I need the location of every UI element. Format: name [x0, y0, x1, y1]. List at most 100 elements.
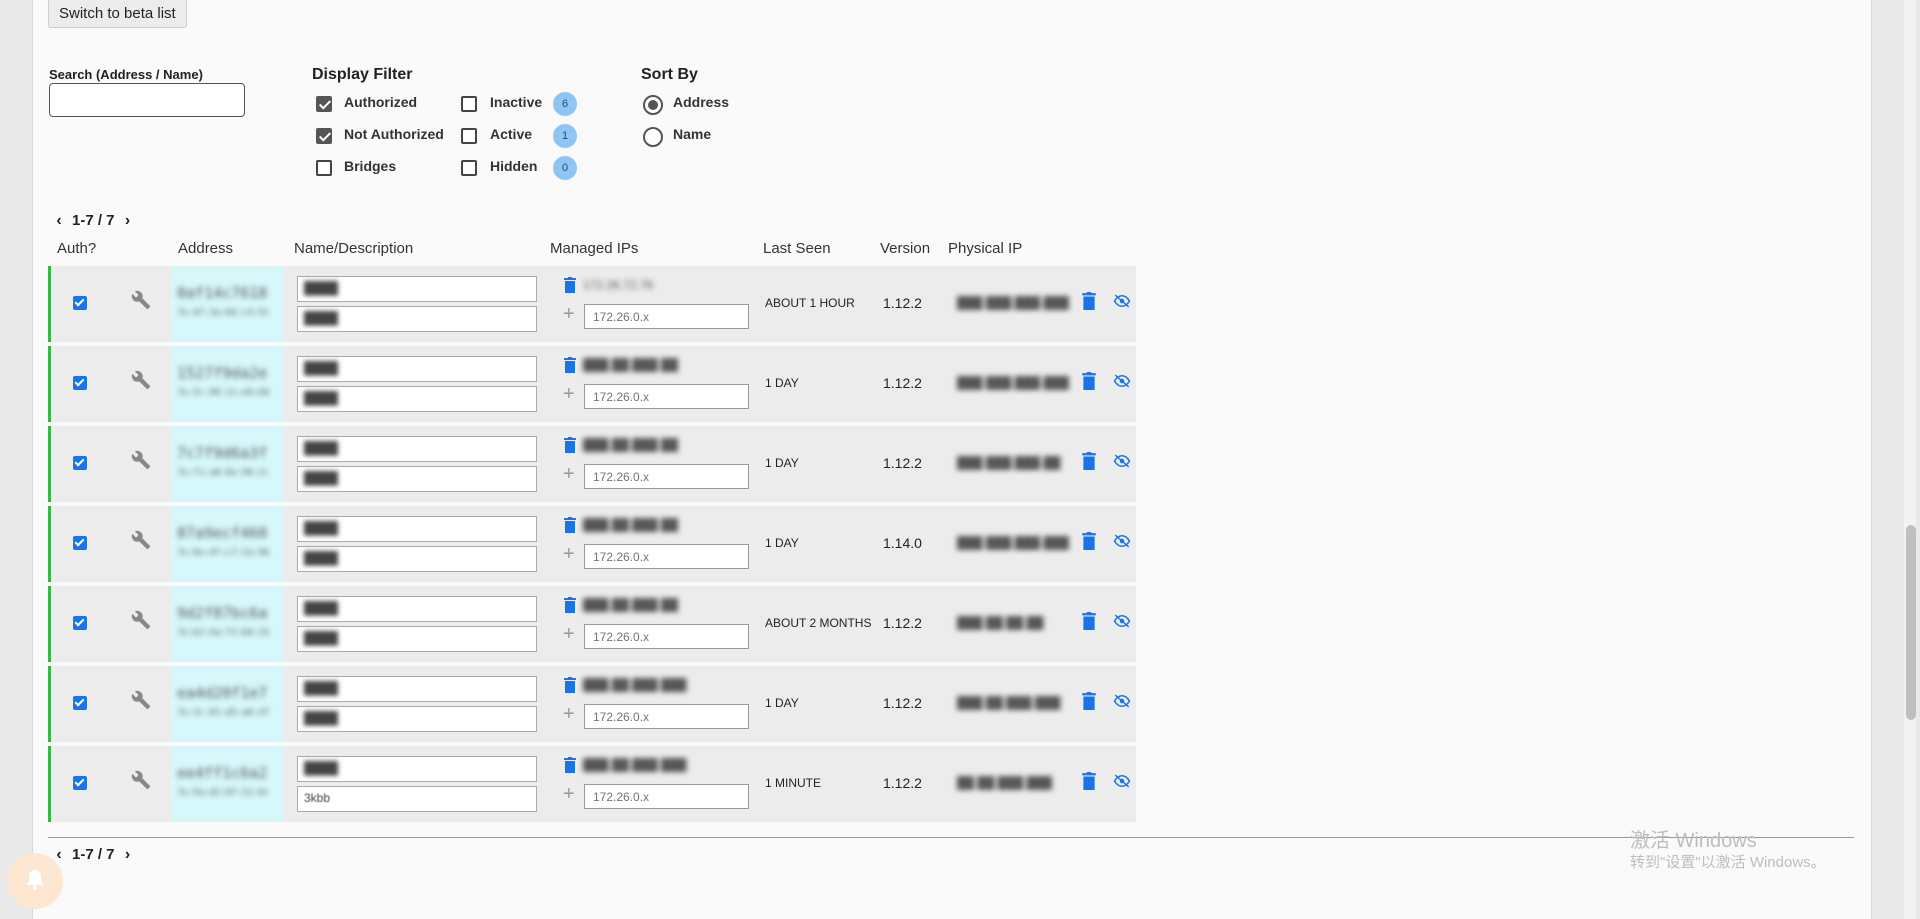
address-cell[interactable]: 87a9ecf460 7e:6e:4f:c7:2a:9b	[171, 506, 283, 582]
page-scrollbar[interactable]	[1904, 0, 1916, 919]
add-ip-input[interactable]	[584, 624, 749, 649]
auth-checkbox[interactable]	[73, 776, 87, 790]
auth-checkbox[interactable]	[73, 696, 87, 710]
trash-icon[interactable]	[563, 757, 577, 773]
member-name-input[interactable]: ████	[297, 596, 537, 622]
wrench-icon[interactable]	[131, 610, 151, 630]
member-name-input[interactable]: ████	[297, 436, 537, 462]
col-last-seen: Last Seen	[763, 240, 831, 257]
plus-icon[interactable]: +	[563, 624, 575, 644]
filter-active-checkbox[interactable]	[461, 128, 477, 144]
add-ip-input[interactable]	[584, 704, 749, 729]
address-cell[interactable]: 0af14c7618 7e:d7:3a:b6:c4:91	[171, 266, 283, 342]
sort-address-radio[interactable]	[643, 95, 663, 115]
member-name-input[interactable]: ████	[297, 516, 537, 542]
member-row: 0af14c7618 7e:d7:3a:b6:c4:91 ████ ████ 1…	[48, 266, 1136, 342]
plus-icon[interactable]: +	[563, 784, 575, 804]
search-label: Search (Address / Name)	[49, 67, 203, 82]
trash-icon[interactable]	[1081, 452, 1097, 470]
col-auth: Auth?	[57, 240, 97, 257]
member-name-input[interactable]: ████	[297, 276, 537, 302]
trash-icon[interactable]	[1081, 372, 1097, 390]
wrench-icon[interactable]	[131, 290, 151, 310]
notification-button[interactable]	[7, 853, 63, 909]
filter-bridges-checkbox[interactable]	[316, 160, 332, 176]
trash-icon[interactable]	[563, 437, 577, 453]
last-seen: ABOUT 2 MONTHS	[765, 616, 872, 630]
filter-bridges-label: Bridges	[344, 158, 397, 174]
add-ip-input[interactable]	[584, 384, 749, 409]
wrench-icon[interactable]	[131, 690, 151, 710]
add-ip-input[interactable]	[584, 544, 749, 569]
col-address: Address	[178, 240, 234, 257]
plus-icon[interactable]: +	[563, 544, 575, 564]
search-input[interactable]	[49, 83, 245, 117]
filter-authorized-checkbox[interactable]	[316, 96, 332, 112]
chevron-right-icon[interactable]: ›	[121, 846, 135, 864]
auth-checkbox[interactable]	[73, 296, 87, 310]
auth-checkbox[interactable]	[73, 616, 87, 630]
filter-not-authorized-checkbox[interactable]	[316, 128, 332, 144]
wrench-icon[interactable]	[131, 370, 151, 390]
managed-ip: ███.██.███.███	[583, 758, 687, 772]
member-description-input[interactable]: ████	[297, 386, 537, 412]
auth-checkbox[interactable]	[73, 536, 87, 550]
eye-off-icon[interactable]	[1113, 613, 1131, 629]
trash-icon[interactable]	[1081, 612, 1097, 630]
eye-off-icon[interactable]	[1113, 373, 1131, 389]
address-cell[interactable]: 7c7f9d6a3f 7e:f1:a8:6e:90:2c	[171, 426, 283, 502]
eye-off-icon[interactable]	[1113, 693, 1131, 709]
trash-icon[interactable]	[563, 517, 577, 533]
trash-icon[interactable]	[563, 277, 577, 293]
scrollbar-thumb[interactable]	[1906, 525, 1916, 720]
member-name-input[interactable]: ████	[297, 756, 537, 782]
member-description-input[interactable]: ████	[297, 546, 537, 572]
last-seen: 1 DAY	[765, 456, 799, 470]
last-seen: 1 MINUTE	[765, 776, 822, 790]
plus-icon[interactable]: +	[563, 384, 575, 404]
address-cell[interactable]: ee4ff1c6a2 7e:9a:d2:6f:31:8c	[171, 746, 283, 822]
member-description-input[interactable]: ████	[297, 626, 537, 652]
eye-off-icon[interactable]	[1113, 453, 1131, 469]
member-name-input[interactable]: ████	[297, 676, 537, 702]
wrench-icon[interactable]	[131, 450, 151, 470]
sort-name-radio[interactable]	[643, 127, 663, 147]
plus-icon[interactable]: +	[563, 464, 575, 484]
member-description-input[interactable]: 3kbb	[297, 786, 537, 812]
filter-inactive-checkbox[interactable]	[461, 96, 477, 112]
address-cell[interactable]: 9d2f87bc6a 7e:b2:4a:f3:8d:15	[171, 586, 283, 662]
sort-address-label: Address	[673, 94, 730, 110]
auth-checkbox[interactable]	[73, 376, 87, 390]
add-ip-input[interactable]	[584, 784, 749, 809]
chevron-left-icon[interactable]: ‹	[52, 212, 66, 230]
chevron-right-icon[interactable]: ›	[121, 212, 135, 230]
address-cell[interactable]: ea4d20f1e7 7e:3c:81:d5:a0:47	[171, 666, 283, 742]
wrench-icon[interactable]	[131, 530, 151, 550]
trash-icon[interactable]	[563, 357, 577, 373]
switch-beta-button[interactable]: Switch to beta list	[48, 0, 187, 28]
member-name-input[interactable]: ████	[297, 356, 537, 382]
plus-icon[interactable]: +	[563, 704, 575, 724]
version: 1.12.2	[883, 695, 922, 711]
add-ip-input[interactable]	[584, 464, 749, 489]
member-description-input[interactable]: ████	[297, 466, 537, 492]
filter-hidden-checkbox[interactable]	[461, 160, 477, 176]
wrench-icon[interactable]	[131, 770, 151, 790]
trash-icon[interactable]	[1081, 692, 1097, 710]
eye-off-icon[interactable]	[1113, 533, 1131, 549]
trash-icon[interactable]	[563, 597, 577, 613]
auth-checkbox[interactable]	[73, 456, 87, 470]
trash-icon[interactable]	[563, 677, 577, 693]
eye-off-icon[interactable]	[1113, 773, 1131, 789]
member-description-input[interactable]: ████	[297, 706, 537, 732]
trash-icon[interactable]	[1081, 772, 1097, 790]
add-ip-input[interactable]	[584, 304, 749, 329]
eye-off-icon[interactable]	[1113, 293, 1131, 309]
plus-icon[interactable]: +	[563, 304, 575, 324]
trash-icon[interactable]	[1081, 292, 1097, 310]
address-cell[interactable]: 1527f9da2e 7e:5c:90:11:e0:60	[171, 346, 283, 422]
managed-ip: ███.██.███.██	[583, 598, 679, 612]
member-description-input[interactable]: ████	[297, 306, 537, 332]
member-address-sub: 7e:f1:a8:6e:90:2c	[177, 468, 270, 478]
trash-icon[interactable]	[1081, 532, 1097, 550]
